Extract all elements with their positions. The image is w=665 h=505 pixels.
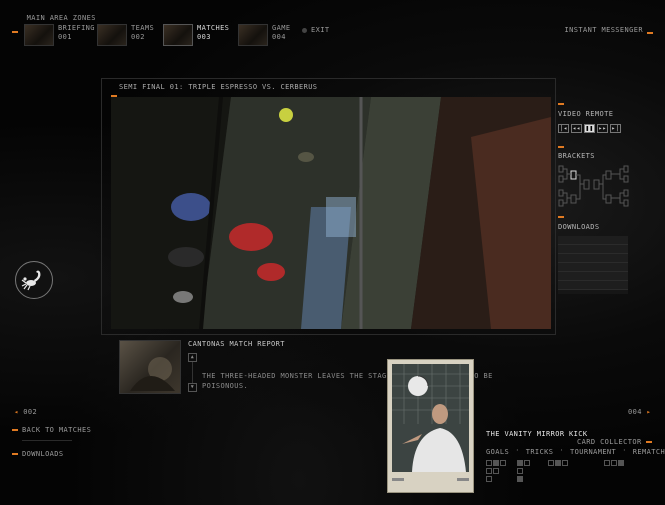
nav-teams-num: 002 (131, 33, 145, 41)
download-item[interactable] (558, 254, 628, 263)
card-slot[interactable] (486, 468, 492, 474)
game-thumbnail (238, 24, 268, 46)
card-footer (392, 478, 469, 481)
video-remote-title: VIDEO REMOTE (558, 110, 614, 118)
pause-button[interactable]: ❚❚ (584, 124, 595, 133)
card-slot[interactable] (486, 476, 492, 482)
left-downloads-link[interactable]: DOWNLOADS (12, 450, 64, 458)
instant-messenger-link[interactable]: INSTANT MESSENGER (565, 26, 643, 34)
matches-thumbnail (163, 24, 193, 46)
player-card[interactable] (387, 359, 474, 493)
card-collector-link[interactable]: CARD COLLECTOR (577, 438, 642, 446)
messenger-tick (647, 29, 653, 37)
card-slots-tricks (517, 460, 531, 484)
nav-briefing-title: BRIEFING (58, 24, 95, 32)
card-slot[interactable] (618, 460, 624, 466)
rewind-button[interactable]: ◂◂ (571, 124, 582, 133)
card-tabs: GOALS ' TRICKS ' TOURNAMENT ' REMATCH (486, 448, 665, 456)
nav-teams-title: TEAMS (131, 24, 155, 32)
report-thumbnail (119, 340, 181, 394)
report-photo (130, 357, 175, 391)
nav-game-num: 004 (272, 33, 286, 41)
collector-tick (646, 441, 652, 443)
card-slot[interactable] (604, 460, 610, 466)
video-title: SEMI FINAL 01: TRIPLE ESPRESSO VS. CERBE… (119, 83, 318, 91)
back-to-matches-link[interactable]: BACK TO MATCHES (12, 426, 91, 434)
teams-thumbnail (97, 24, 127, 46)
back-tick-icon (12, 429, 18, 431)
card-slot[interactable] (517, 460, 523, 466)
tab-tournament[interactable]: TOURNAMENT (570, 448, 616, 456)
skip-forward-button[interactable]: ▸| (610, 124, 621, 133)
report-scrollbar-track[interactable] (192, 362, 193, 383)
card-slots-rematch (604, 460, 625, 468)
downloads-tick (558, 216, 564, 218)
exit-link[interactable]: EXIT (302, 26, 329, 34)
card-slots-tournament (548, 460, 569, 468)
nav-game-title: GAME (272, 24, 291, 32)
video-frame-image (111, 97, 551, 329)
download-item[interactable] (558, 272, 628, 281)
card-slot[interactable] (486, 460, 492, 466)
scorpion-icon (21, 270, 41, 291)
download-item[interactable] (558, 236, 628, 245)
remote-tick (558, 103, 564, 105)
nav-briefing[interactable]: BRIEFING 001 (24, 24, 95, 48)
skip-back-button[interactable]: |◂ (558, 124, 569, 133)
prev-match-link[interactable]: ◂ 002 (14, 408, 37, 416)
scorpion-logo-icon (15, 261, 53, 299)
card-slots-goals (486, 460, 507, 484)
downloads-title: DOWNLOADS (558, 223, 600, 231)
nav-briefing-num: 001 (58, 33, 72, 41)
card-slot[interactable] (611, 460, 617, 466)
download-item[interactable] (558, 245, 628, 254)
card-slot[interactable] (493, 468, 499, 474)
next-arrow-icon: ▸ (646, 408, 652, 416)
report-text: THE THREE-HEADED MONSTER LEAVES THE STAG… (202, 372, 493, 390)
tab-goals[interactable]: GOALS (486, 448, 509, 456)
card-slot[interactable] (500, 460, 506, 466)
download-item[interactable] (558, 281, 628, 290)
brackets-title: BRACKETS (558, 152, 595, 160)
card-slot[interactable] (517, 468, 523, 474)
card-slot[interactable] (562, 460, 568, 466)
report-scroll-down-button[interactable]: ▼ (188, 383, 197, 392)
divider (22, 440, 72, 441)
tab-tricks[interactable]: TRICKS (526, 448, 554, 456)
next-match-link[interactable]: 004 ▸ (628, 408, 651, 416)
briefing-thumbnail (24, 24, 54, 46)
exit-icon (302, 27, 307, 33)
nav-matches-num: 003 (197, 33, 211, 41)
brackets-diagram[interactable] (558, 164, 630, 210)
prev-arrow-icon: ◂ (14, 408, 19, 416)
card-slot[interactable] (524, 460, 530, 466)
player-card-photo (392, 364, 469, 472)
brackets-graphic (558, 165, 629, 207)
nav-matches[interactable]: MATCHES 003 (163, 24, 229, 48)
downloads-tick-icon (12, 453, 18, 455)
video-remote-controls: |◂ ◂◂ ❚❚ ▸▸ ▸| (558, 124, 621, 133)
card-slot[interactable] (555, 460, 561, 466)
card-slot[interactable] (548, 460, 554, 466)
report-scroll-up-button[interactable]: ▲ (188, 353, 197, 362)
card-slot[interactable] (517, 476, 523, 482)
card-slot[interactable] (493, 460, 499, 466)
tab-rematch[interactable]: REMATCH (633, 448, 665, 456)
card-title: THE VANITY MIRROR KICK (486, 430, 588, 438)
download-item[interactable] (558, 263, 628, 272)
nav-matches-title: MATCHES (197, 24, 230, 32)
nav-game[interactable]: GAME 004 (238, 24, 290, 48)
downloads-list (558, 236, 628, 294)
brackets-tick (558, 146, 564, 148)
fast-forward-button[interactable]: ▸▸ (597, 124, 608, 133)
nav-teams[interactable]: TEAMS 002 (97, 24, 154, 48)
report-title: CANTONAS MATCH REPORT (188, 340, 285, 348)
nav-accent-tick (12, 28, 18, 36)
video-player[interactable] (111, 97, 551, 329)
main-area-zones-label: MAIN AREA ZONES (26, 14, 96, 22)
